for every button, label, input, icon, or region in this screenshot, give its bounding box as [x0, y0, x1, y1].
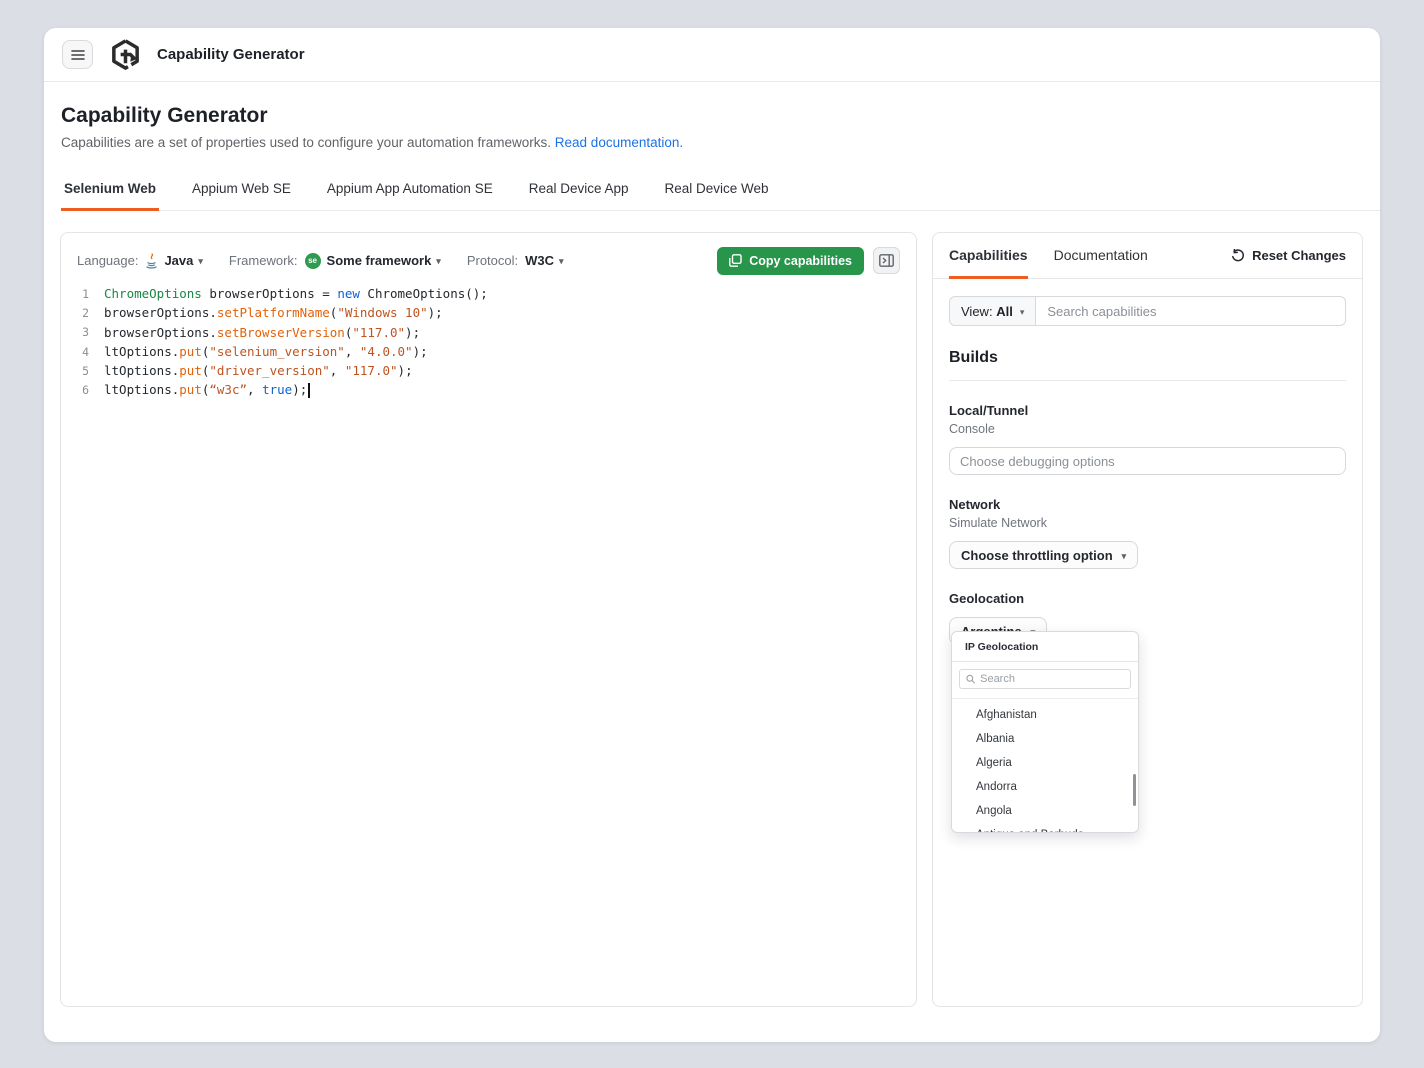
- view-filter-value: All: [996, 304, 1013, 319]
- copy-capabilities-label: Copy capabilities: [749, 254, 852, 268]
- builds-heading: Builds: [949, 349, 1346, 367]
- framework-icon: se: [305, 253, 321, 269]
- chevron-down-icon: ▾: [1122, 550, 1127, 561]
- reset-changes-label: Reset Changes: [1252, 248, 1346, 263]
- ip-geolocation-title: IP Geolocation: [952, 632, 1138, 662]
- framework-selector[interactable]: Framework: se Some framework ▾: [229, 253, 441, 269]
- framework-value: Some framework: [327, 253, 432, 268]
- hamburger-icon: [71, 49, 85, 61]
- local-tunnel-subtitle: Console: [949, 422, 1346, 436]
- app-header-title: Capability Generator: [157, 46, 305, 63]
- country-option-angola[interactable]: Angola: [952, 799, 1138, 823]
- protocol-label: Protocol:: [467, 253, 518, 268]
- search-capabilities-input[interactable]: [1036, 296, 1346, 326]
- tab-appium-web-se[interactable]: Appium Web SE: [189, 181, 294, 211]
- page-subtitle-text: Capabilities are a set of properties use…: [61, 135, 551, 150]
- country-option-albania[interactable]: Albania: [952, 727, 1138, 751]
- scrollbar-thumb[interactable]: [1133, 774, 1136, 806]
- search-icon: [966, 674, 975, 684]
- country-option-afghanistan[interactable]: Afghanistan: [952, 703, 1138, 727]
- tab-documentation[interactable]: Documentation: [1054, 247, 1148, 279]
- tab-selenium-web[interactable]: Selenium Web: [61, 181, 159, 211]
- panel-right-icon: [879, 254, 894, 267]
- lambdatest-logo: [109, 38, 142, 71]
- code-line[interactable]: 4ltOptions.put("selenium_version", "4.0.…: [61, 342, 916, 361]
- copy-icon: [729, 254, 742, 267]
- debugging-options-input[interactable]: [949, 447, 1346, 475]
- country-list: AfghanistanAlbaniaAlgeriaAndorraAngolaAn…: [952, 698, 1138, 833]
- code-line[interactable]: 2browserOptions.setPlatformName("Windows…: [61, 303, 916, 322]
- geo-search-box: [959, 669, 1131, 689]
- read-documentation-link[interactable]: Read documentation.: [555, 135, 683, 150]
- page-subtitle: Capabilities are a set of properties use…: [61, 135, 683, 150]
- code-editor-panel: Language: Java ▾ Framework: se: [60, 232, 917, 1007]
- line-number: 2: [61, 306, 104, 320]
- chevron-down-icon: ▾: [1020, 306, 1025, 317]
- capabilities-body: Builds Local/Tunnel Console Network Simu…: [933, 349, 1362, 645]
- tab-real-device-web[interactable]: Real Device Web: [662, 181, 772, 211]
- line-number: 3: [61, 325, 104, 339]
- editor-toolbar: Language: Java ▾ Framework: se: [61, 233, 916, 275]
- ip-geolocation-popup: IP Geolocation AfghanistanAlbaniaAlgeria…: [951, 631, 1139, 833]
- geolocation-title: Geolocation: [949, 591, 1346, 606]
- code-line[interactable]: 6ltOptions.put(“w3c”, true);: [61, 380, 916, 399]
- chevron-down-icon: ▾: [436, 255, 441, 266]
- throttling-option-dropdown[interactable]: Choose throttling option ▾: [949, 541, 1138, 569]
- view-filter-dropdown[interactable]: View: All ▾: [949, 296, 1036, 326]
- chevron-down-icon: ▾: [559, 255, 564, 266]
- view-filter-label: View:: [961, 304, 993, 319]
- tab-appium-app-automation-se[interactable]: Appium App Automation SE: [324, 181, 496, 211]
- language-selector[interactable]: Language: Java ▾: [77, 253, 203, 269]
- network-group: Network Simulate Network Choose throttli…: [949, 497, 1346, 569]
- tab-real-device-app[interactable]: Real Device App: [526, 181, 632, 211]
- code-line[interactable]: 1ChromeOptions browserOptions = new Chro…: [61, 284, 916, 303]
- line-number: 5: [61, 364, 104, 378]
- protocol-value: W3C: [525, 253, 554, 268]
- country-option-andorra[interactable]: Andorra: [952, 775, 1138, 799]
- framework-tabs: Selenium Web Appium Web SE Appium App Auto…: [61, 170, 1380, 211]
- language-value: Java: [164, 253, 193, 268]
- capabilities-panel-header: Capabilities Documentation Reset Changes: [933, 233, 1362, 279]
- code-line[interactable]: 5ltOptions.put("driver_version", "117.0"…: [61, 361, 916, 380]
- reset-changes-button[interactable]: Reset Changes: [1231, 248, 1346, 278]
- text-cursor: [308, 383, 310, 398]
- line-number: 4: [61, 345, 104, 359]
- country-option-antigua-and-barbuda[interactable]: Antigua and Barbuda: [952, 823, 1138, 833]
- capabilities-panel: CapabilitiesDocumentation Reset Changes …: [932, 232, 1363, 1007]
- language-label: Language:: [77, 253, 138, 268]
- tab-capabilities[interactable]: Capabilities: [949, 247, 1028, 279]
- capabilities-filter-row: View: All ▾: [949, 296, 1346, 326]
- throttling-option-value: Choose throttling option: [961, 548, 1113, 563]
- framework-label: Framework:: [229, 253, 298, 268]
- network-title: Network: [949, 497, 1346, 512]
- code-line[interactable]: 3browserOptions.setBrowserVersion("117.0…: [61, 323, 916, 342]
- page-title: Capability Generator: [61, 104, 268, 128]
- geo-search-input[interactable]: [980, 673, 1124, 685]
- logo-icon: [109, 38, 142, 71]
- line-number: 1: [61, 287, 104, 301]
- local-tunnel-group: Local/Tunnel Console: [949, 403, 1346, 475]
- line-number: 6: [61, 383, 104, 397]
- protocol-selector[interactable]: Protocol: W3C ▾: [467, 253, 564, 268]
- country-option-algeria[interactable]: Algeria: [952, 751, 1138, 775]
- copy-capabilities-button[interactable]: Copy capabilities: [717, 247, 864, 275]
- chevron-down-icon: ▾: [198, 255, 203, 266]
- java-icon: [145, 253, 158, 269]
- code-lines[interactable]: 1ChromeOptions browserOptions = new Chro…: [61, 284, 916, 400]
- local-tunnel-title: Local/Tunnel: [949, 403, 1346, 418]
- main-card: Capability Generator Capability Generato…: [44, 28, 1380, 1042]
- app-header: Capability Generator: [44, 28, 1380, 82]
- collapse-panel-button[interactable]: [873, 247, 900, 274]
- reset-icon: [1231, 249, 1245, 263]
- network-subtitle: Simulate Network: [949, 516, 1346, 530]
- builds-divider: [949, 380, 1346, 381]
- hamburger-menu-button[interactable]: [62, 40, 93, 69]
